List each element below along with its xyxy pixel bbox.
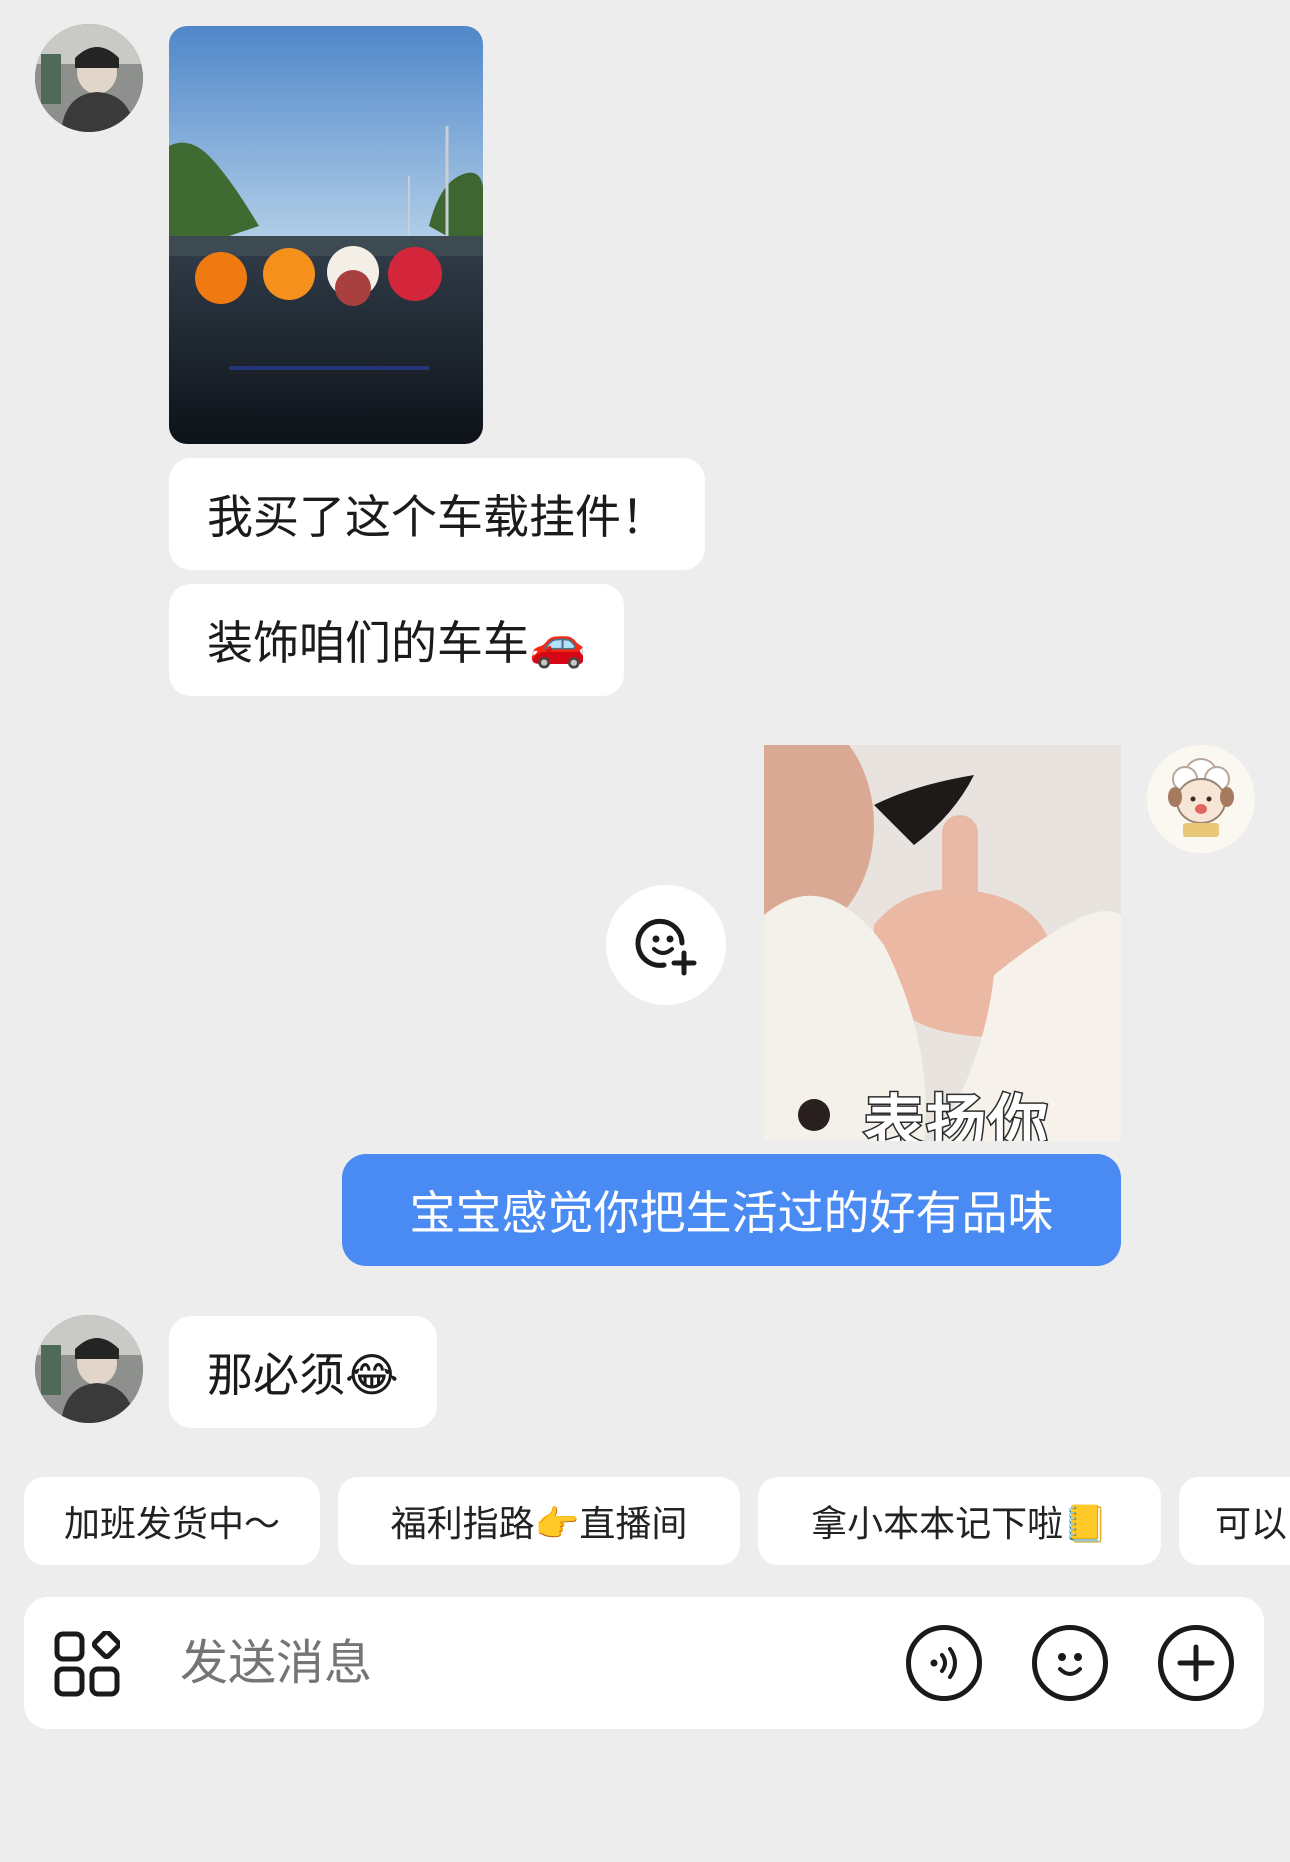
message-input[interactable]	[180, 1597, 900, 1729]
voice-button[interactable]	[906, 1625, 982, 1701]
message-bubble-me[interactable]: 宝宝感觉你把生活过的好有品味	[342, 1154, 1121, 1266]
avatar-image	[35, 1315, 143, 1423]
quick-reply-chip[interactable]: 可以	[1179, 1477, 1290, 1565]
voice-icon	[930, 1647, 957, 1679]
photo-message[interactable]	[169, 26, 483, 444]
more-button[interactable]	[1158, 1625, 1234, 1701]
quick-reply-chip[interactable]: 加班发货中～	[24, 1477, 320, 1565]
quick-reply-chip[interactable]: 福利指路👉直播间	[338, 1477, 740, 1565]
avatar-other[interactable]	[35, 1315, 143, 1423]
sticker-message[interactable]: 表扬你	[764, 745, 1121, 1141]
message-bubble-other[interactable]: 装饰咱们的车车🚗	[169, 584, 625, 696]
message-bubble-other[interactable]: 我买了这个车载挂件！	[169, 458, 705, 570]
avatar-other[interactable]	[35, 24, 143, 132]
avatar-me[interactable]	[1147, 745, 1255, 853]
emoji-button[interactable]	[1032, 1625, 1108, 1701]
apps-button[interactable]	[54, 1629, 122, 1697]
emoji-icon	[1058, 1653, 1082, 1676]
avatar-image	[35, 24, 143, 132]
quick-reply-label: 加班发货中～	[63, 1504, 280, 1545]
apps-grid-icon	[54, 1629, 122, 1697]
quick-reply-label: 拿小本本记下啦📒	[811, 1504, 1108, 1545]
quick-reply-label: 福利指路👉直播间	[390, 1504, 688, 1545]
add-sticker-icon	[635, 918, 697, 976]
car-dashboard-photo	[169, 26, 483, 444]
message-text: 我买了这个车载挂件！	[207, 490, 667, 544]
quick-reply-label: 可以	[1215, 1504, 1288, 1545]
message-input-bar	[24, 1597, 1264, 1729]
add-sticker-button[interactable]	[606, 885, 726, 1005]
sticker-caption: 表扬你	[863, 1088, 1050, 1142]
message-text: 装饰咱们的车车🚗	[207, 616, 587, 670]
plus-icon	[1177, 1644, 1215, 1682]
avatar-image	[1147, 745, 1255, 853]
quick-reply-chip[interactable]: 拿小本本记下啦📒	[758, 1477, 1161, 1565]
message-text: 那必须😂	[207, 1348, 399, 1402]
message-bubble-other[interactable]: 那必须😂	[169, 1316, 437, 1428]
message-text: 宝宝感觉你把生活过的好有品味	[409, 1186, 1054, 1240]
